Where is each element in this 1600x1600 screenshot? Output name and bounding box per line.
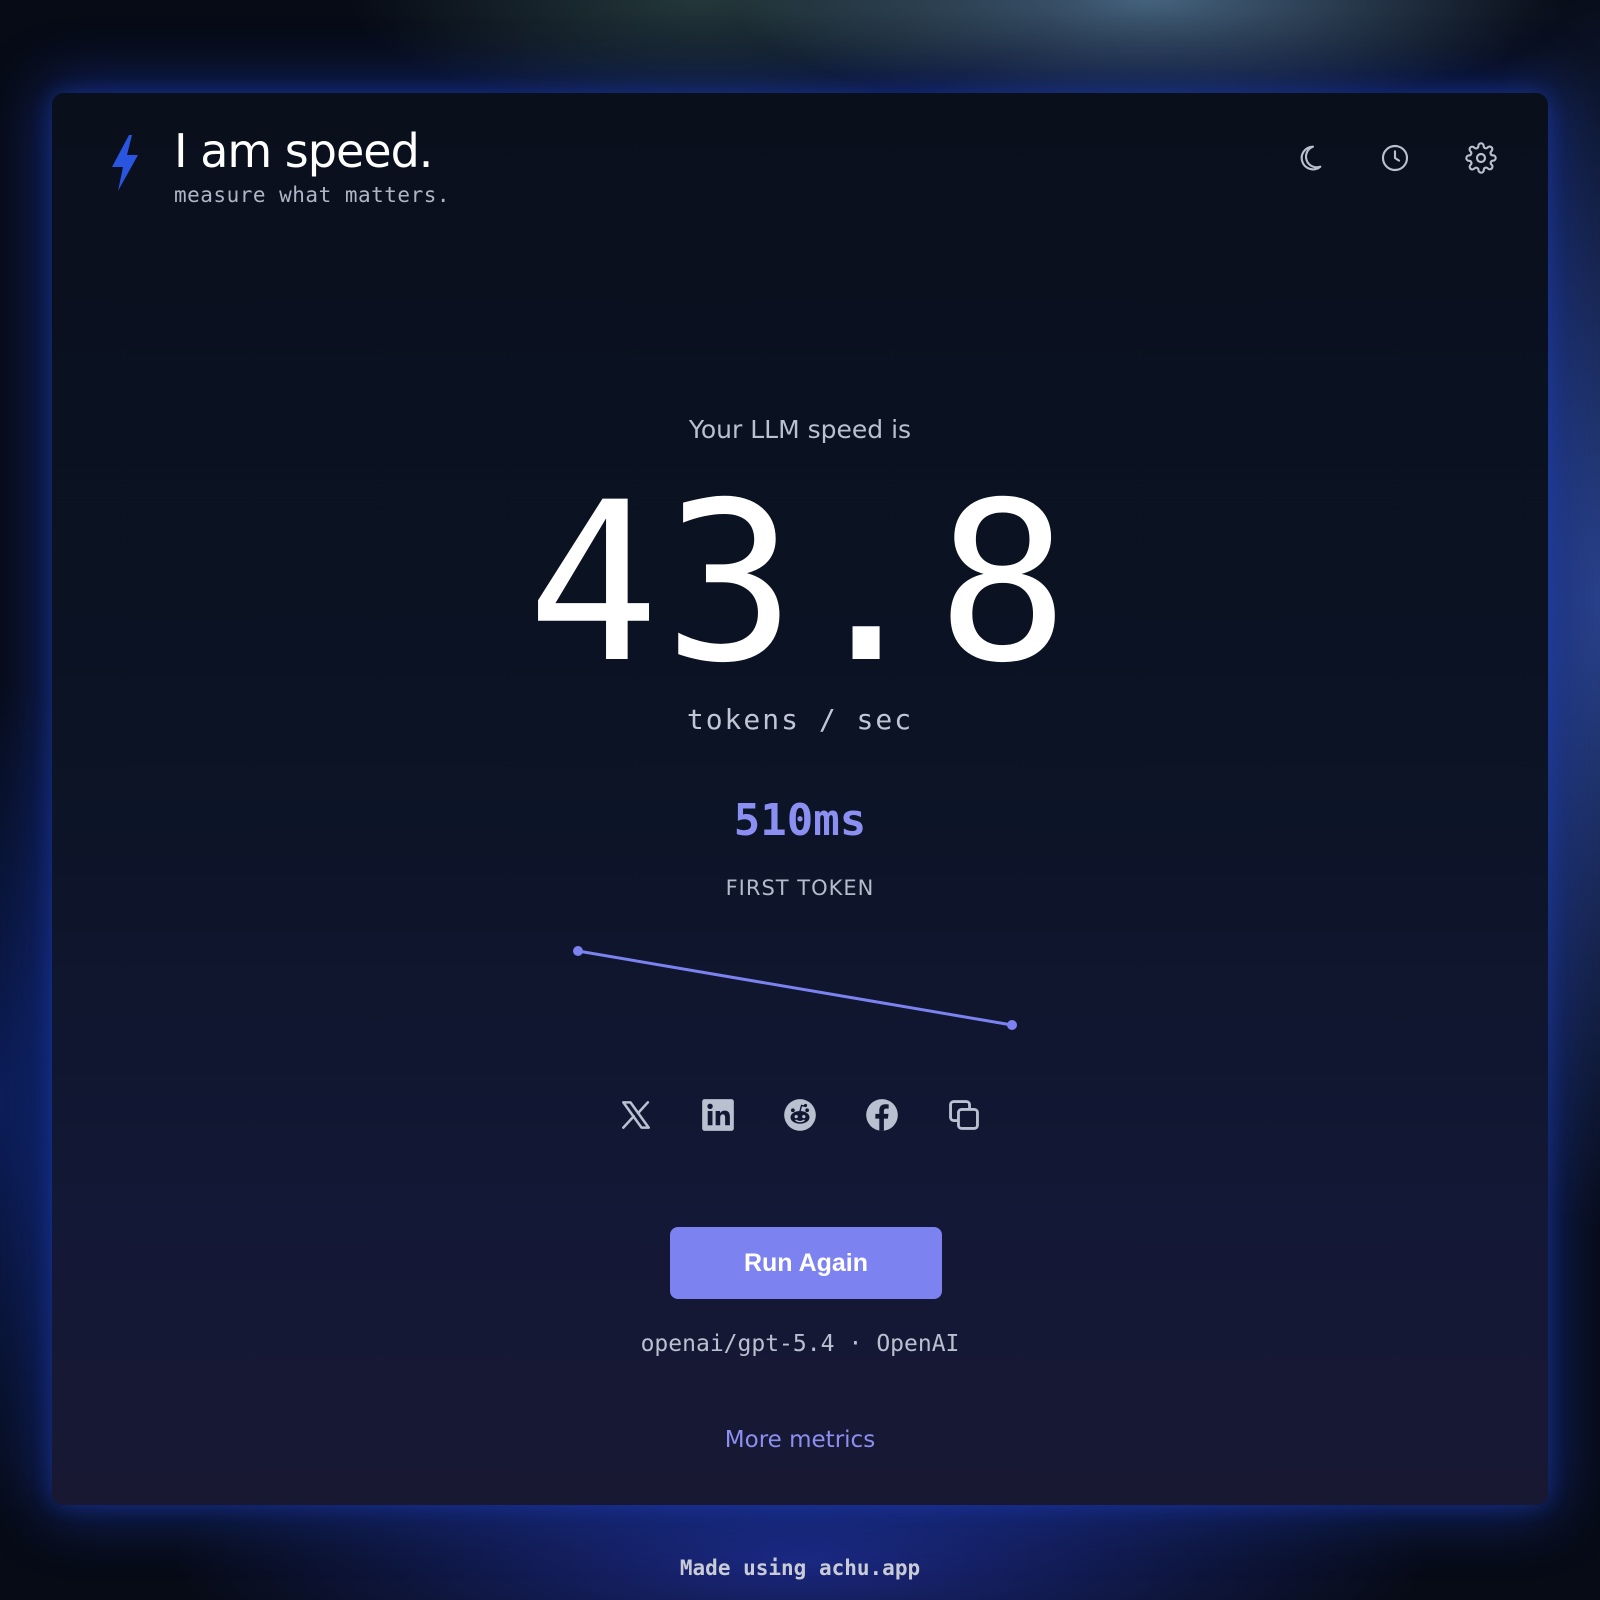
copy-button[interactable] [944, 1095, 984, 1135]
brand: I am speed. measure what matters. [110, 123, 450, 207]
sparkline-point [1007, 1020, 1017, 1030]
speed-label: Your LLM speed is [688, 415, 912, 444]
settings-button[interactable] [1464, 141, 1498, 175]
main-card: I am speed. measure what matters. Your L… [52, 93, 1548, 1505]
model-info: openai/gpt-5.4 · OpenAI [52, 1331, 1548, 1357]
gear-icon [1465, 142, 1497, 174]
history-button[interactable] [1378, 141, 1412, 175]
reddit-icon [784, 1099, 816, 1131]
more-metrics-link[interactable]: More metrics [725, 1427, 875, 1453]
theme-toggle-button[interactable] [1292, 141, 1326, 175]
first-token-label: FIRST TOKEN [725, 876, 875, 900]
speed-sparkline [573, 946, 1017, 1030]
share-x-button[interactable] [616, 1095, 656, 1135]
run-again-button[interactable]: Run Again [670, 1227, 942, 1299]
share-facebook-button[interactable] [862, 1095, 902, 1135]
facebook-icon [866, 1099, 898, 1131]
model-provider: OpenAI [876, 1331, 960, 1357]
app-tagline: measure what matters. [174, 183, 451, 207]
model-separator: · [848, 1331, 863, 1357]
first-token-value: 510ms [733, 795, 867, 846]
lightning-bolt-icon [112, 135, 138, 191]
sparkline-point [573, 946, 583, 956]
sparkline-line [577, 949, 1013, 1027]
footer-credit: Made using achu.app [679, 1556, 921, 1580]
linkedin-icon [702, 1099, 734, 1131]
x-logo-icon [622, 1101, 650, 1129]
app-title: I am speed. [174, 124, 433, 178]
moon-icon [1300, 145, 1322, 171]
share-reddit-button[interactable] [780, 1095, 820, 1135]
model-id: openai/gpt-5.4 [640, 1331, 835, 1357]
speed-value: 43.8 [527, 455, 1073, 711]
copy-icon [949, 1100, 979, 1130]
speed-unit: tokens / sec [686, 703, 914, 736]
clock-icon [1381, 144, 1409, 172]
share-linkedin-button[interactable] [698, 1095, 738, 1135]
share-bar [52, 1095, 1548, 1135]
header-actions [1292, 141, 1498, 175]
